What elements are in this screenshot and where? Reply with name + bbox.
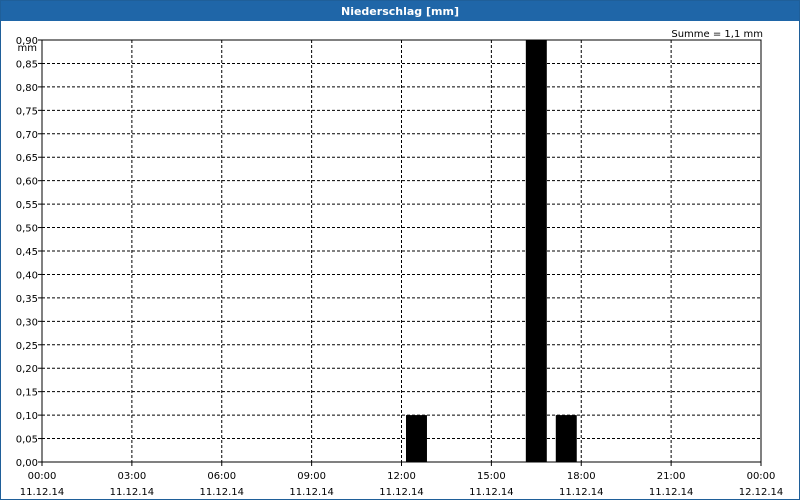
x-tick-time-label: 03:00 bbox=[117, 471, 146, 482]
y-tick-label: 0,05 bbox=[16, 435, 38, 446]
x-tick-date-label: 11.12.14 bbox=[559, 487, 604, 498]
x-tick-time-label: 00:00 bbox=[747, 471, 776, 482]
x-tick-time-label: 00:00 bbox=[28, 471, 57, 482]
y-tick-label: 0,45 bbox=[16, 247, 38, 258]
y-tick-label: 0,00 bbox=[16, 458, 38, 469]
y-tick-label: 0,50 bbox=[16, 224, 38, 235]
y-tick-label: 0,70 bbox=[16, 130, 38, 141]
x-tick-date-label: 11.12.14 bbox=[289, 487, 334, 498]
precipitation-bar bbox=[555, 415, 577, 462]
y-tick-label: 0,90 bbox=[16, 36, 38, 47]
x-tick-time-label: 21:00 bbox=[657, 471, 686, 482]
y-tick-label: 0,55 bbox=[16, 200, 38, 211]
precipitation-bar bbox=[525, 40, 547, 462]
y-tick-label: 0,35 bbox=[16, 294, 38, 305]
y-tick-label: 0,85 bbox=[16, 59, 38, 70]
x-tick-time-label: 12:00 bbox=[387, 471, 416, 482]
y-tick-label: 0,80 bbox=[16, 83, 38, 94]
precipitation-chart: Summe = 1,1 mm mm 0,000,050,100,150,200,… bbox=[16, 29, 784, 498]
x-tick-time-label: 06:00 bbox=[207, 471, 236, 482]
x-tick-date-label: 11.12.14 bbox=[469, 487, 514, 498]
y-tick-label: 0,75 bbox=[16, 106, 38, 117]
y-tick-label: 0,25 bbox=[16, 341, 38, 352]
x-tick-date-label: 11.12.14 bbox=[649, 487, 694, 498]
x-tick-time-label: 15:00 bbox=[477, 471, 506, 482]
x-tick-date-label: 11.12.14 bbox=[379, 487, 424, 498]
chart-window: Niederschlag [mm] Summe = 1,1 mm mm 0,00… bbox=[0, 0, 800, 500]
y-tick-label: 0,40 bbox=[16, 270, 38, 281]
x-tick-date-label: 11.12.14 bbox=[110, 487, 155, 498]
y-tick-label: 0,60 bbox=[16, 177, 38, 188]
y-tick-label: 0,10 bbox=[16, 411, 38, 422]
y-tick-label: 0,65 bbox=[16, 153, 38, 164]
x-tick-date-label: 11.12.14 bbox=[199, 487, 244, 498]
x-tick-time-label: 18:00 bbox=[567, 471, 596, 482]
precipitation-bar bbox=[405, 415, 427, 462]
y-tick-label: 0,20 bbox=[16, 364, 38, 375]
sum-label: Summe = 1,1 mm bbox=[671, 29, 763, 40]
x-tick-date-label: 11.12.14 bbox=[20, 487, 65, 498]
x-tick-time-label: 09:00 bbox=[297, 471, 326, 482]
y-tick-label: 0,30 bbox=[16, 317, 38, 328]
x-tick-date-label: 12.12.14 bbox=[739, 487, 784, 498]
chart-title: Niederschlag [mm] bbox=[1, 1, 799, 21]
y-tick-label: 0,15 bbox=[16, 388, 38, 399]
